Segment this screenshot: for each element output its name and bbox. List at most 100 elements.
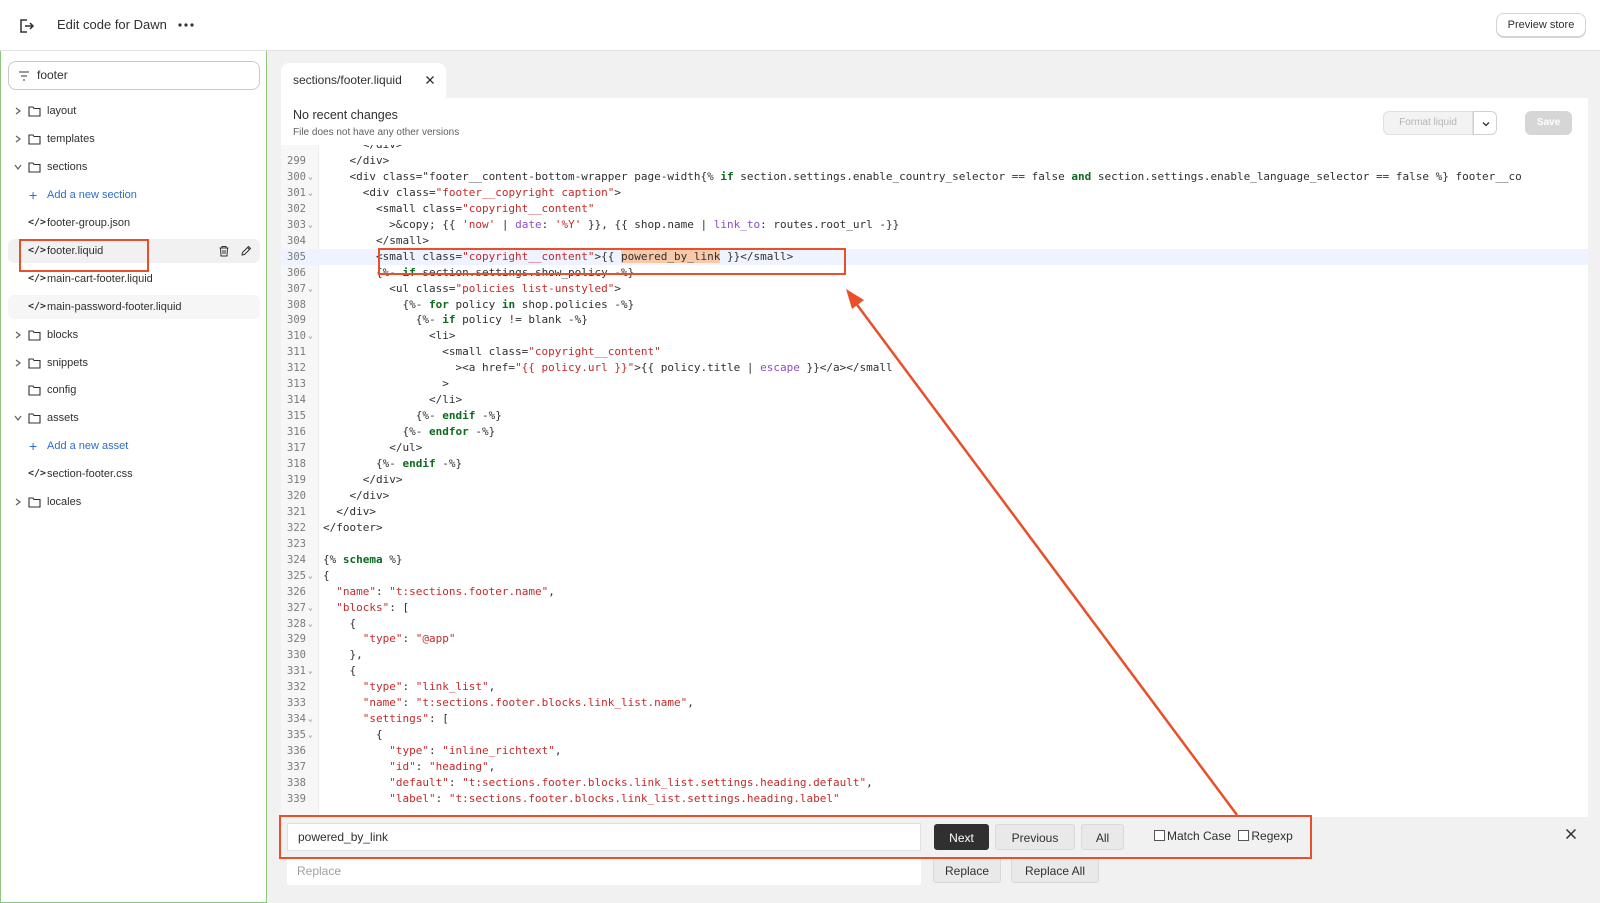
folder-config[interactable]: config [8,378,260,402]
add-new-asset-link[interactable]: + Add a new asset [8,434,260,458]
folder-assets[interactable]: assets [8,406,260,430]
code-line[interactable]: 306 {%- if section.settings.show_policy … [281,265,1588,281]
code-line[interactable]: 322 </footer> [281,520,1588,536]
save-button[interactable]: Save [1525,111,1572,135]
folder-layout[interactable]: layout [8,99,260,123]
line-number: 306 [287,266,306,279]
code-line[interactable]: 318 {%- endif -%} [281,456,1588,472]
folder-blocks[interactable]: blocks [8,323,260,347]
code-line[interactable]: 307 ⌄ <ul class="policies list-unstyled"> [281,281,1588,297]
code-line[interactable]: 338 "default": "t:sections.footer.blocks… [281,775,1588,791]
code-line[interactable]: 326 "name": "t:sections.footer.name", [281,584,1588,600]
code-line[interactable]: 327 ⌄ "blocks": [ [281,600,1588,616]
code-line[interactable]: 323 [281,536,1588,552]
pencil-icon[interactable] [240,245,252,257]
code-line[interactable]: 335 ⌄ { [281,727,1588,743]
code-line[interactable]: 336 "type": "inline_richtext", [281,743,1588,759]
match-case-checkbox[interactable] [1154,830,1165,841]
code-line[interactable]: 317 </ul> [281,440,1588,456]
code-line[interactable]: 334 ⌄ "settings": [ [281,711,1588,727]
code-line[interactable]: 339 "label": "t:sections.footer.blocks.l… [281,791,1588,807]
code-line[interactable]: 312 ><a href="{{ policy.url }}">{{ polic… [281,360,1588,376]
find-next-button[interactable]: Next [934,824,989,850]
close-icon[interactable] [1565,828,1577,840]
code-area[interactable]: </div>299 </div>300⌄ <div class="footer_… [281,145,1588,880]
line-number: 334 [287,713,306,726]
code-line[interactable]: 331 ⌄ { [281,663,1588,679]
file-section-footer-css[interactable]: </> section-footer.css [8,462,260,486]
code-line[interactable]: 305 <small class="copyright__content">{{… [281,248,1588,265]
code-line[interactable]: 319 </div> [281,472,1588,488]
code-line[interactable]: </div> [281,145,1588,153]
code-line[interactable]: 303 ⌄ >&copy; {{ 'now' | date: '%Y' }}, {… [281,217,1588,233]
code-line[interactable]: 333 "name": "t:sections.footer.blocks.li… [281,695,1588,711]
code-line[interactable]: 328 ⌄ { [281,616,1588,632]
line-number: 339 [287,792,306,805]
code-line[interactable]: 309 {%- if policy != blank -%} [281,312,1588,328]
exit-icon[interactable] [17,17,35,35]
code-line[interactable]: 315 {%- endif -%} [281,408,1588,424]
more-options-icon[interactable] [177,16,195,34]
fold-chevron-icon[interactable]: ⌄ [308,281,313,297]
code-text: >&copy; {{ 'now' | date: '%Y' }}, {{ sho… [323,217,900,231]
fold-chevron-icon[interactable]: ⌄ [308,185,313,201]
file-main-password-footer-liquid[interactable]: </> main-password-footer.liquid [8,295,260,319]
regexp-checkbox[interactable] [1238,830,1250,841]
code-line[interactable]: 320 </div> [281,488,1588,504]
code-line[interactable]: 302 <small class="copyright__content" [281,201,1588,217]
code-line[interactable]: 313 > [281,376,1588,392]
code-line[interactable]: 300 ⌄ <div class="footer__content-bottom-… [281,169,1588,185]
file-footer-liquid[interactable]: </> footer.liquid [8,239,260,263]
add-new-section-link[interactable]: + Add a new section [8,183,260,207]
find-input[interactable]: powered_by_link [287,823,921,851]
fold-chevron-icon[interactable]: ⌄ [308,169,313,185]
code-text: </footer> [323,520,383,534]
close-icon[interactable] [425,75,435,85]
tab-footer-liquid[interactable]: sections/footer.liquid [281,63,446,98]
preview-store-button[interactable]: Preview store [1496,13,1586,37]
fold-chevron-icon[interactable]: ⌄ [308,711,313,727]
code-line[interactable]: 325 ⌄ { [281,568,1588,584]
line-number: 304 [287,234,306,247]
find-previous-button[interactable]: Previous [995,824,1075,850]
file-label: footer-group.json [47,217,131,229]
fold-chevron-icon[interactable]: ⌄ [308,727,313,743]
code-line[interactable]: 337 "id": "heading", [281,759,1588,775]
format-dropdown-button[interactable] [1473,111,1497,135]
folder-locales[interactable]: locales [8,490,260,514]
code-line[interactable]: 332 "type": "link_list", [281,679,1588,695]
fold-chevron-icon[interactable]: ⌄ [308,217,313,233]
code-line[interactable]: 314 </li> [281,392,1588,408]
code-line[interactable]: 301 ⌄ <div class="footer__copyright capti… [281,185,1588,201]
file-main-cart-footer-liquid[interactable]: </> main-cart-footer.liquid [8,267,260,291]
fold-chevron-icon[interactable]: ⌄ [308,616,313,632]
code-line[interactable]: 316 {%- endfor -%} [281,424,1588,440]
code-text: ><a href="{{ policy.url }}">{{ policy.ti… [323,361,893,375]
code-line[interactable]: 308 {%- for policy in shop.policies -%} [281,297,1588,313]
replace-all-button[interactable]: Replace All [1011,857,1099,883]
code-line[interactable]: 329 "type": "@app" [281,631,1588,647]
replace-button[interactable]: Replace [933,857,1001,883]
replace-input[interactable]: Replace [287,857,921,885]
code-line[interactable]: 324 {% schema %} [281,552,1588,568]
file-footer-group-json[interactable]: </> footer-group.json [8,211,260,235]
file-search-input[interactable]: footer [8,61,260,90]
fold-chevron-icon[interactable]: ⌄ [308,663,313,679]
code-line[interactable]: 330 }, [281,647,1588,663]
code-line[interactable]: 311 <small class="copyright__content" [281,344,1588,360]
code-line[interactable]: 321 </div> [281,504,1588,520]
folder-snippets[interactable]: snippets [8,351,260,375]
folder-sections[interactable]: sections [8,155,260,179]
code-line[interactable]: 304 </small> [281,233,1588,249]
fold-chevron-icon[interactable]: ⌄ [308,568,313,584]
line-number: 325 [287,569,306,582]
format-liquid-button[interactable]: Format liquid [1383,111,1473,135]
code-line[interactable]: 310 ⌄ <li> [281,328,1588,344]
fold-chevron-icon[interactable]: ⌄ [308,600,313,616]
find-all-button[interactable]: All [1081,824,1124,850]
code-text: <ul class="policies list-unstyled"> [323,281,622,295]
fold-chevron-icon[interactable]: ⌄ [308,328,313,344]
trash-icon[interactable] [218,245,230,257]
code-line[interactable]: 299 </div> [281,153,1588,169]
folder-templates[interactable]: templates [8,127,260,151]
